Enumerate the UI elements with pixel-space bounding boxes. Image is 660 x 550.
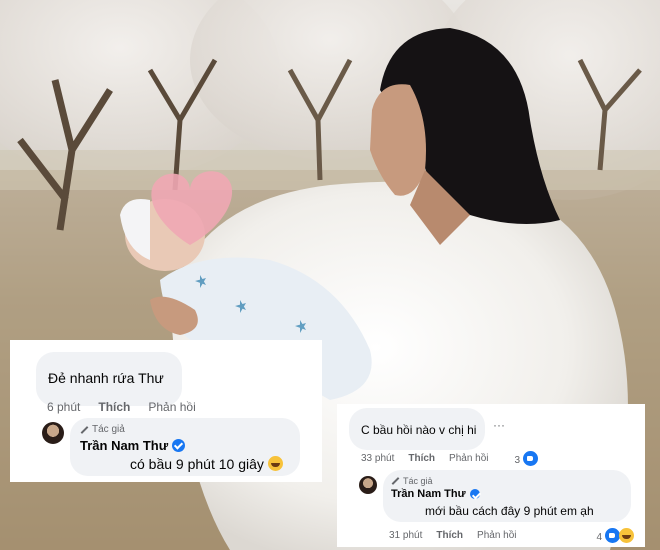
author-avatar[interactable] bbox=[42, 422, 64, 444]
author-reply-text: mới bầu cách đây 9 phút em ạh bbox=[425, 504, 594, 518]
pencil-icon bbox=[80, 425, 89, 434]
reaction-summary[interactable]: 3 bbox=[515, 451, 538, 466]
author-reply-bubble: Tác giả Trần Nam Thư mới bầu cách đây 9 … bbox=[383, 470, 631, 522]
reply-reaction-count: 4 bbox=[596, 532, 603, 543]
comment-time: 33 phút bbox=[361, 453, 395, 464]
comment-card-left: Đẻ nhanh rứa Thư 6 phút Thích Phản hồi T… bbox=[10, 340, 322, 482]
like-reaction-icon bbox=[604, 528, 620, 543]
author-name[interactable]: Trần Nam Thư bbox=[80, 438, 186, 453]
reply-meta: 31 phút Thích Phản hồi 4 bbox=[389, 528, 634, 543]
author-name-text: Trần Nam Thư bbox=[391, 488, 466, 500]
author-name-text: Trần Nam Thư bbox=[80, 438, 169, 453]
author-avatar[interactable] bbox=[359, 476, 377, 494]
haha-reaction-icon bbox=[618, 528, 634, 543]
pencil-icon bbox=[391, 477, 400, 485]
comment-card-right: C bầu hồi nào v chị hi ··· 33 phút Thích… bbox=[337, 404, 645, 547]
author-badge: Tác giả bbox=[80, 424, 125, 435]
like-link[interactable]: Thích bbox=[408, 453, 435, 464]
like-reaction-icon bbox=[522, 451, 538, 466]
laugh-emoji-icon bbox=[267, 456, 283, 471]
comment-meta: 6 phút Thích Phản hồi bbox=[47, 400, 196, 414]
author-badge: Tác giả bbox=[391, 476, 433, 486]
reply-reaction-summary[interactable]: 4 bbox=[597, 528, 634, 543]
more-options-button[interactable]: ··· bbox=[493, 418, 505, 432]
author-name[interactable]: Trần Nam Thư bbox=[391, 488, 480, 500]
reply-reply-link[interactable]: Phản hồi bbox=[477, 530, 516, 541]
author-reply-bubble: Tác giả Trần Nam Thư có bầu 9 phút 10 gi… bbox=[70, 418, 300, 476]
comment-text: C bầu hồi nào v chị hi bbox=[361, 423, 477, 437]
comment-meta: 33 phút Thích Phản hồi 3 bbox=[361, 451, 538, 466]
comment-bubble: Đẻ nhanh rứa Thư bbox=[36, 352, 182, 406]
author-badge-label: Tác giả bbox=[403, 476, 433, 486]
verified-badge-icon bbox=[469, 489, 480, 499]
reply-link[interactable]: Phản hồi bbox=[148, 400, 195, 414]
comment-time: 6 phút bbox=[47, 400, 81, 414]
author-reply-text: có bầu 9 phút 10 giây bbox=[130, 456, 283, 472]
comment-text: Đẻ nhanh rứa Thư bbox=[48, 370, 164, 386]
comment-bubble: C bầu hồi nào v chị hi bbox=[349, 408, 485, 450]
reply-link[interactable]: Phản hồi bbox=[449, 453, 488, 464]
reaction-count: 3 bbox=[514, 455, 521, 466]
reply-like-link[interactable]: Thích bbox=[436, 530, 463, 541]
author-badge-label: Tác giả bbox=[92, 424, 125, 435]
verified-badge-icon bbox=[172, 439, 186, 452]
like-link[interactable]: Thích bbox=[98, 400, 130, 414]
reply-time: 31 phút bbox=[389, 530, 423, 541]
